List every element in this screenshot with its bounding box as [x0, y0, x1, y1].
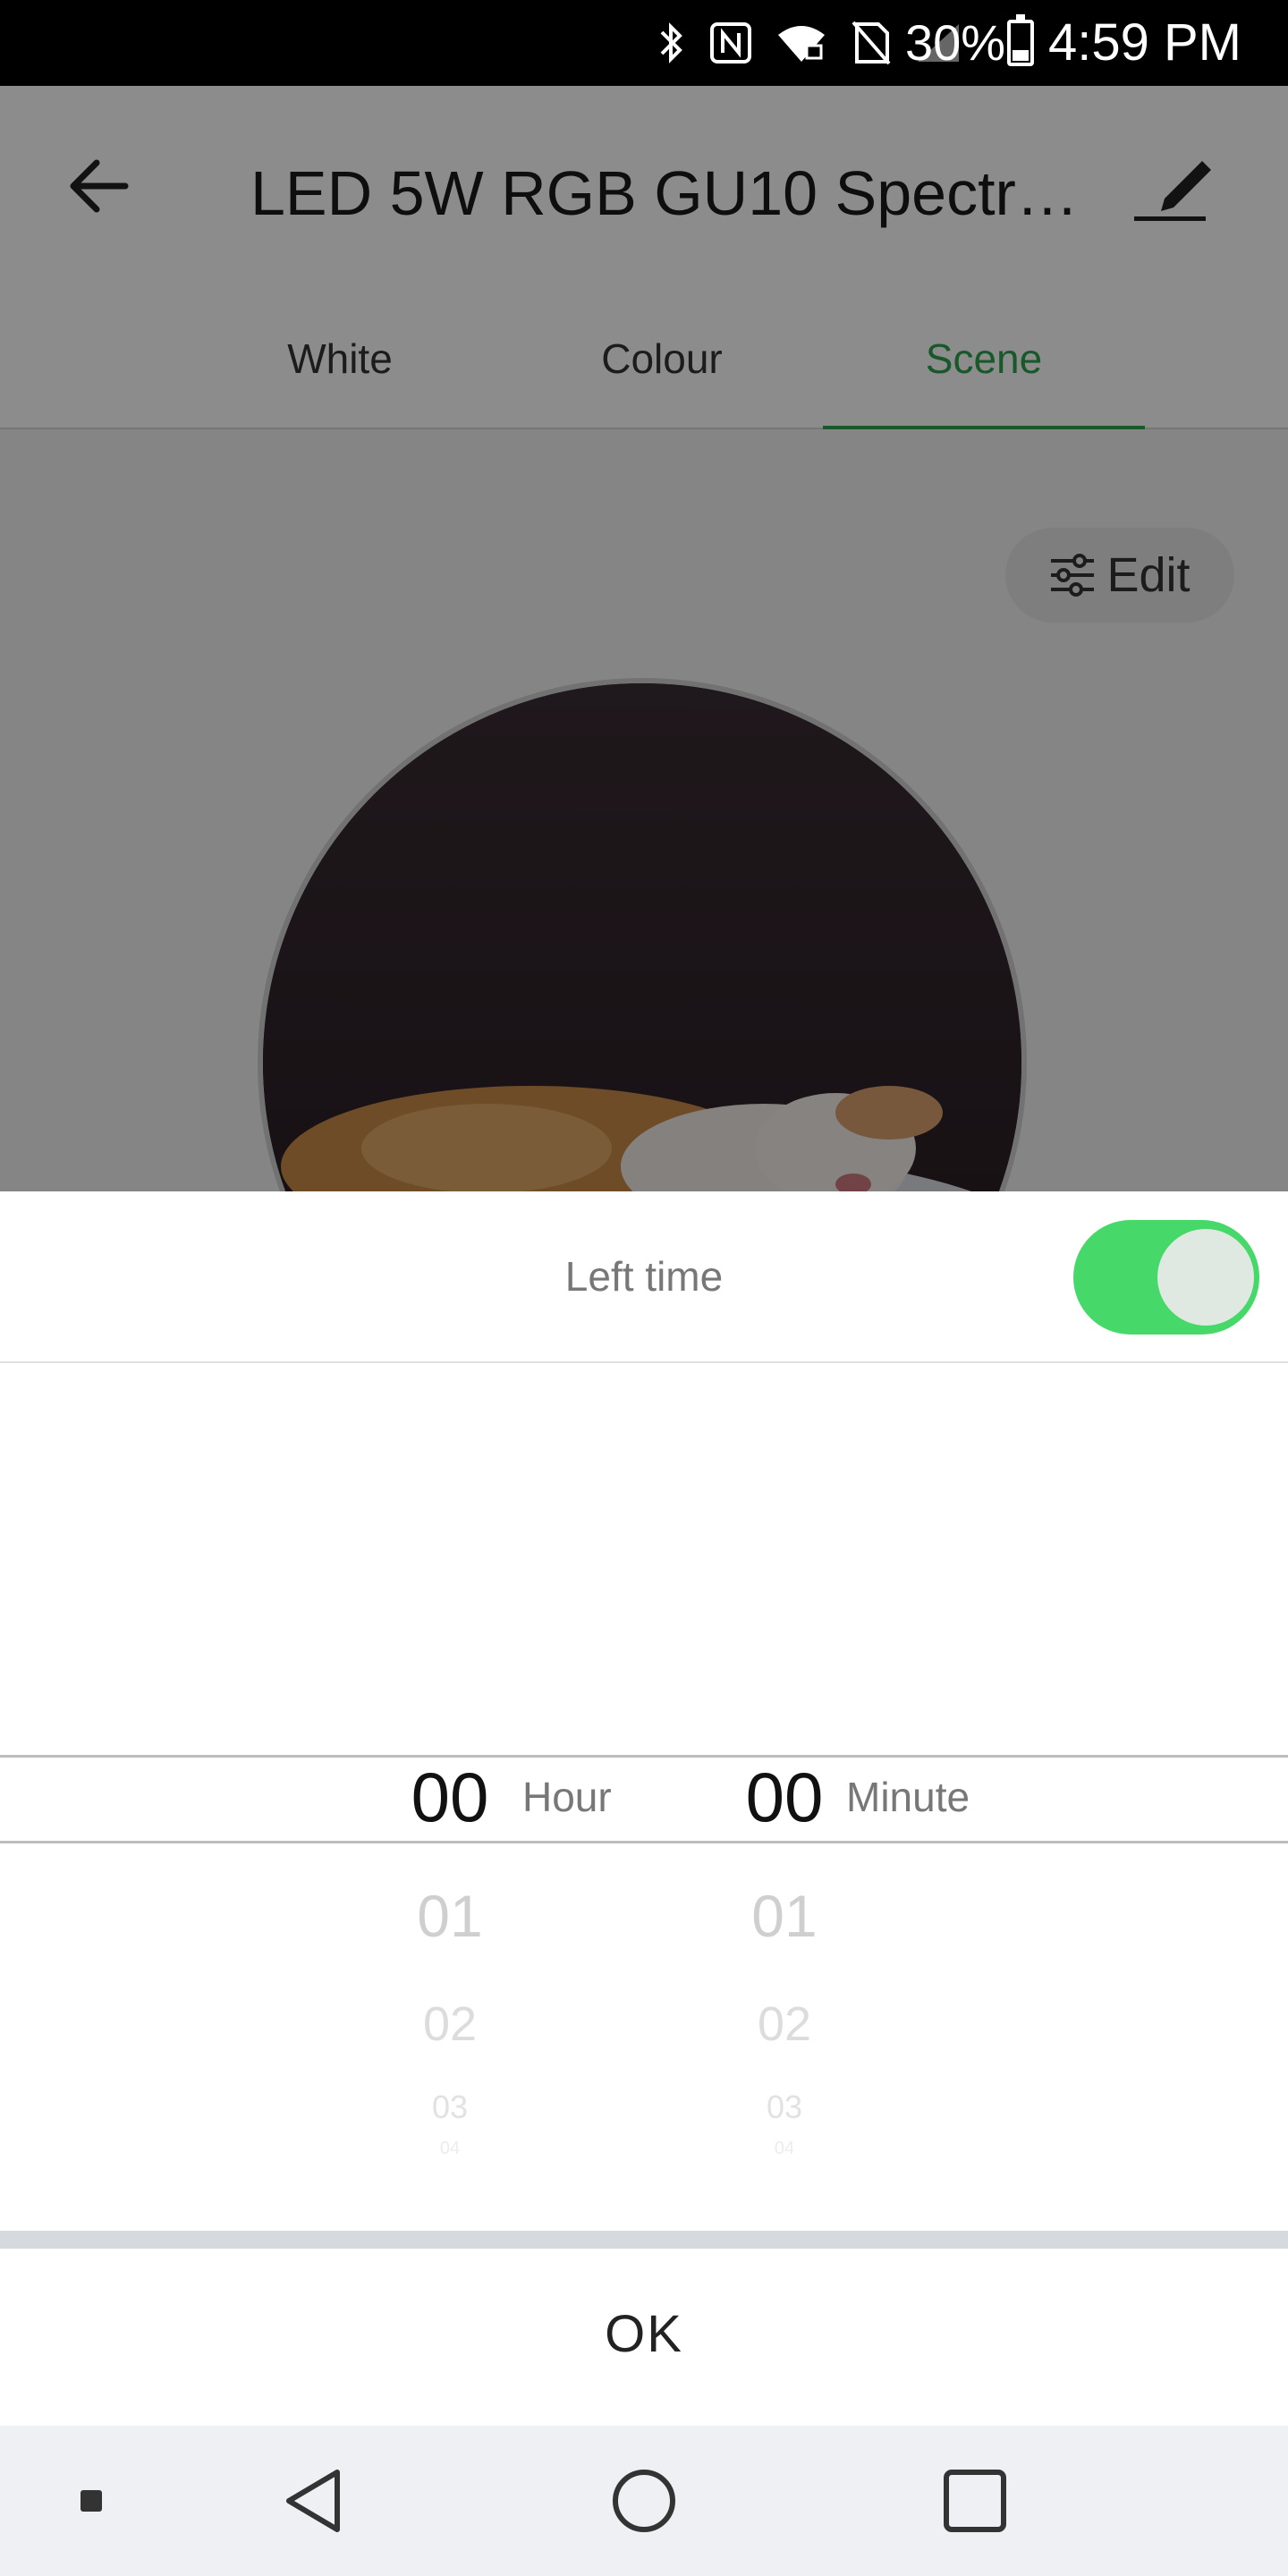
status-bar: 30% 4:59 PM	[0, 0, 1288, 86]
no-sim-icon	[852, 21, 891, 65]
left-time-toggle[interactable]	[1073, 1220, 1259, 1335]
nav-home-button[interactable]	[599, 2426, 689, 2576]
clock: 4:59 PM	[1048, 13, 1241, 72]
wifi-icon	[778, 26, 825, 62]
hour-selected: 00	[411, 1758, 489, 1836]
square-recents-icon	[944, 2470, 1006, 2532]
sheet-divider	[0, 2231, 1288, 2249]
sheet-header: Left time	[0, 1191, 1288, 1363]
battery-icon	[1007, 14, 1034, 66]
minute-option: 04	[774, 2139, 795, 2158]
triangle-back-icon	[286, 2470, 340, 2532]
circle-home-icon	[613, 2470, 675, 2532]
hour-unit-label: Hour	[522, 1774, 612, 1820]
nav-back-button[interactable]	[268, 2426, 358, 2576]
minute-unit-label: Minute	[846, 1774, 970, 1820]
nav-recents-button[interactable]	[930, 2426, 1020, 2576]
minute-option: 02	[757, 1997, 812, 2051]
time-picker: 00 01 02 03 04 Hour 00 01 02 03 04 Minut…	[0, 1755, 1288, 2175]
battery-percent: 30%	[905, 14, 1006, 71]
hour-option: 03	[431, 2089, 469, 2125]
hour-option: 04	[439, 2139, 461, 2158]
toggle-knob	[1157, 1229, 1254, 1326]
picker-top-line	[0, 1755, 1288, 1758]
ok-label: OK	[605, 2304, 683, 2363]
minute-selected: 00	[745, 1758, 824, 1836]
hour-option: 01	[417, 1883, 483, 1949]
modal-overlay[interactable]	[0, 86, 1288, 1191]
ok-button[interactable]: OK	[0, 2249, 1288, 2419]
minute-option: 01	[751, 1883, 818, 1949]
nfc-icon	[710, 22, 751, 64]
square-dot-icon	[80, 2490, 102, 2512]
timer-sheet: Left time 00 01 02 03 04 Hour 00 01 02 0…	[0, 1191, 1288, 2426]
hour-option: 02	[422, 1997, 478, 2051]
picker-bottom-line	[0, 1841, 1288, 1843]
system-nav-bar	[0, 2426, 1288, 2576]
nav-dot-button[interactable]	[63, 2426, 120, 2576]
bluetooth-icon	[660, 22, 682, 64]
minute-option: 03	[766, 2089, 803, 2125]
